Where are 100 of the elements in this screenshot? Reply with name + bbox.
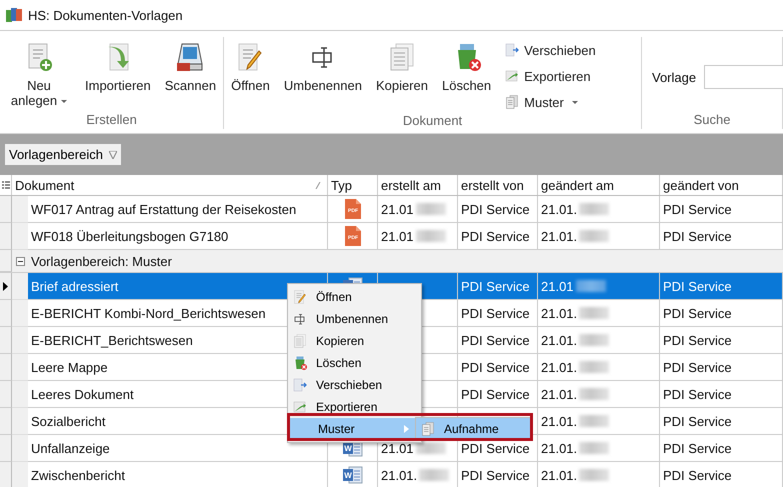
ribbon-button[interactable]: Öffnen	[224, 37, 277, 93]
group-label: Vorlagenbereich: Muster	[31, 254, 172, 268]
ribbon-button[interactable]: Löschen	[434, 37, 498, 93]
group-indent	[12, 196, 28, 223]
group-indent	[12, 354, 28, 381]
column-header[interactable]: erstellt am	[378, 175, 458, 195]
menu-item[interactable]: Umbenennen	[288, 308, 421, 330]
blurred-patch	[416, 442, 446, 454]
blurred-patch	[579, 203, 610, 215]
menu-item[interactable]: Öffnen	[288, 286, 421, 308]
group-indent	[12, 435, 28, 462]
filter-icon	[108, 150, 117, 158]
column-header[interactable]: Typ	[328, 175, 378, 195]
group-indent	[12, 381, 28, 408]
table-cell[interactable]: WF017 Antrag auf Erstattung der Reisekosten	[31, 202, 296, 216]
ribbon-button[interactable]: Verschieben	[504, 39, 596, 61]
sort-icon	[315, 182, 321, 188]
group-label: Erstellen	[86, 112, 137, 127]
blurred-patch	[579, 388, 610, 400]
table-cell: 21.01.	[541, 228, 578, 244]
table-cell: 21.01.	[541, 386, 578, 402]
ribbon-button[interactable]: Kopieren	[368, 37, 435, 93]
menu-item[interactable]: Aufnahme	[416, 418, 531, 440]
table-cell[interactable]: Zwischenbericht	[31, 468, 125, 482]
column-header[interactable]: erstellt von	[458, 175, 538, 195]
ribbon-button[interactable]: Muster	[504, 91, 596, 113]
table-cell: PDI Service	[461, 278, 530, 294]
documents-icon	[420, 421, 436, 437]
search-field[interactable]	[704, 65, 783, 89]
group-indent	[12, 408, 28, 435]
blurred-patch	[579, 334, 610, 346]
table-cell[interactable]: Sozialbericht	[31, 414, 106, 428]
blurred-patch	[416, 230, 446, 242]
table-cell: PDI Service	[461, 332, 530, 348]
table-cell: PDI Service	[461, 228, 530, 244]
group-indent	[12, 327, 28, 354]
documents-icon	[504, 94, 520, 110]
row-header[interactable]	[0, 273, 12, 300]
table-cell: PDI Service	[461, 202, 530, 216]
table-cell: 21.01	[541, 278, 574, 294]
table-cell: 21.01.	[541, 202, 578, 216]
ribbon-button[interactable]: Scannen	[158, 37, 224, 93]
table-cell: PDI Service	[663, 414, 732, 428]
table-cell: PDI Service	[663, 202, 732, 216]
table-cell[interactable]: Unfallanzeige	[31, 440, 110, 456]
blurred-patch	[579, 415, 610, 427]
current-row-icon	[3, 282, 8, 290]
blurred-patch	[579, 361, 610, 373]
table-cell[interactable]: Leeres Dokument	[31, 386, 134, 402]
table-cell[interactable]: WF018 Überleitungsbogen G7180	[31, 228, 228, 244]
blurred-patch	[419, 469, 450, 481]
group-indent	[12, 300, 28, 327]
table-cell: 21.01.	[541, 468, 578, 482]
document-arrow-icon	[504, 42, 520, 58]
column-chooser-icon[interactable]	[2, 180, 10, 190]
collapse-toggle[interactable]	[16, 256, 25, 266]
menu-item[interactable]: Kopieren	[288, 330, 421, 352]
ribbon-button[interactable]: Neu anlegen	[0, 37, 78, 108]
table-cell: PDI Service	[461, 468, 530, 482]
table-cell: PDI Service	[461, 360, 530, 374]
blurred-patch	[579, 442, 610, 454]
submenu-arrow-icon	[404, 425, 409, 433]
blurred-patch	[579, 469, 610, 481]
blurred-patch	[416, 203, 446, 215]
column-header[interactable]: geändert am	[538, 175, 660, 195]
table-cell: 21.01.	[541, 306, 578, 320]
table-cell[interactable]: Brief adressiert	[31, 278, 118, 294]
table-cell: 21.01	[381, 228, 414, 244]
group-by-chip[interactable]: Vorlagenbereich	[5, 144, 121, 165]
table-cell: PDI Service	[461, 386, 530, 402]
group-label: Suche	[694, 112, 730, 127]
menu-item[interactable]: Löschen	[288, 352, 421, 374]
table-cell[interactable]: E-BERICHT_Berichtswesen	[31, 332, 193, 348]
documents-icon	[292, 333, 308, 349]
group-indent	[12, 462, 28, 487]
table-cell: PDI Service	[461, 306, 530, 320]
table-cell: PDI Service	[663, 228, 732, 244]
table-cell: PDI Service	[663, 278, 732, 294]
table-cell: 21.01	[381, 440, 414, 456]
column-header[interactable]: geändert von	[660, 175, 783, 195]
blurred-patch	[579, 230, 610, 242]
table-cell[interactable]: E-BERICHT Kombi-Nord_Berichtswesen	[31, 306, 266, 320]
window-title: HS: Dokumenten-Vorlagen	[28, 8, 183, 22]
ribbon-button[interactable]: Importieren	[78, 37, 158, 93]
menu-item[interactable]: Exportieren	[288, 396, 421, 418]
table-cell[interactable]: Leere Mappe	[31, 360, 108, 374]
column-header[interactable]: Dokument	[12, 175, 328, 195]
table-cell: 21.01.	[541, 332, 578, 348]
table-cell: PDI Service	[663, 440, 732, 456]
table-cell: 21.01.	[541, 414, 578, 428]
table-cell: 21.01.	[541, 440, 578, 456]
blurred-patch	[579, 307, 610, 319]
table-cell: PDI Service	[663, 360, 732, 374]
ribbon-button[interactable]: Umbenennen	[276, 37, 369, 93]
table-cell: PDI Service	[663, 468, 732, 482]
table-cell: 21.01	[381, 202, 414, 216]
table-cell: 21.01.	[541, 360, 578, 374]
menu-item[interactable]: Verschieben	[288, 374, 421, 396]
table-cell: PDI Service	[663, 306, 732, 320]
ribbon-button[interactable]: Exportieren	[504, 65, 596, 87]
